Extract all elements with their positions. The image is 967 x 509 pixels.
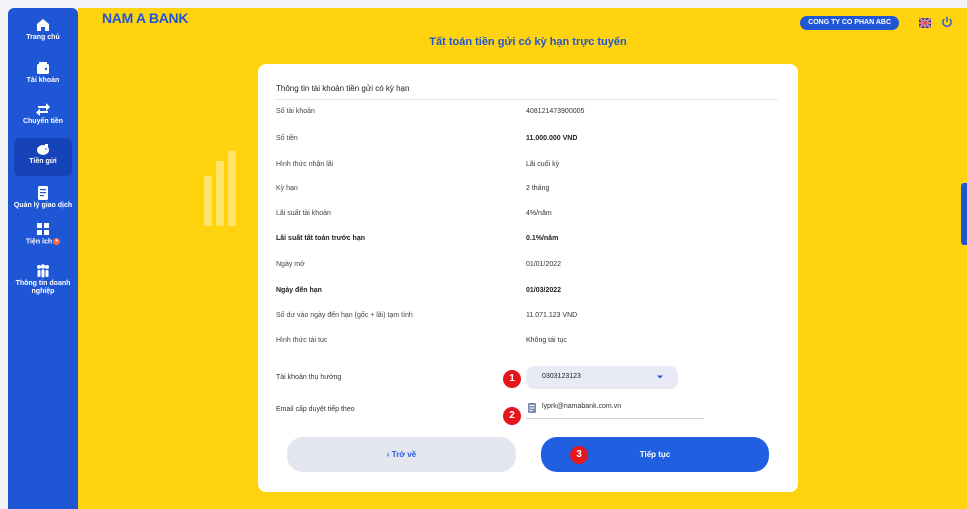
sidebar-item-label: Chuyển tiền bbox=[22, 118, 64, 125]
beneficiary-account-select[interactable]: 0303123123 bbox=[526, 366, 678, 389]
info-row: Kỳ hạn 2 tháng bbox=[276, 185, 776, 197]
company-selector[interactable]: CONG TY CO PHAN ABC bbox=[800, 16, 899, 30]
info-row: Số tài khoản 408121473900005 bbox=[276, 108, 776, 120]
row-value: Không tái tục bbox=[526, 337, 567, 344]
sidebar-item-label: Thông tin doanh nghiệp bbox=[15, 280, 71, 295]
row-value: 01/03/2022 bbox=[526, 287, 562, 294]
row-label: Số tiền bbox=[276, 135, 298, 142]
info-row: Số dư vào ngày đến hạn (gốc + lãi) tạm t… bbox=[276, 312, 776, 324]
email-value: lyprk@namabank.com.vn bbox=[542, 403, 622, 410]
row-label: Số tài khoản bbox=[276, 108, 315, 115]
row-value: 2 tháng bbox=[526, 185, 550, 192]
logout-icon[interactable] bbox=[941, 16, 953, 28]
sidebar-item-label: Tiện ích bbox=[25, 238, 53, 246]
info-row: Ngày đến hạn 01/03/2022 bbox=[276, 287, 776, 299]
divider bbox=[276, 99, 778, 100]
row-label: Hình thức tái tục bbox=[276, 337, 328, 344]
grid-icon bbox=[37, 223, 49, 235]
home-icon bbox=[37, 19, 49, 31]
step-marker-3: 3 bbox=[570, 446, 588, 464]
contact-card-icon bbox=[528, 403, 536, 413]
sidebar-item-label: Tài khoản bbox=[26, 77, 60, 84]
row-value: 4%/năm bbox=[526, 210, 552, 217]
email-label: Email cấp duyệt tiếp theo bbox=[276, 406, 355, 413]
sidebar-item-utilities[interactable]: Tiện ích + bbox=[8, 222, 78, 246]
deposit-info-card: Thông tin tài khoản tiền gửi có kỳ hạn S… bbox=[258, 64, 798, 492]
info-row: Lãi suất tài khoản 4%/năm bbox=[276, 210, 776, 222]
decorative-bars bbox=[204, 151, 236, 226]
info-row: Hình thức nhận lãi Lãi cuối kỳ bbox=[276, 161, 776, 173]
people-icon bbox=[37, 264, 49, 278]
english-flag-icon[interactable] bbox=[919, 18, 931, 28]
step-marker-1: 1 bbox=[503, 370, 521, 388]
row-value: 0.1%/năm bbox=[526, 235, 559, 242]
sidebar-item-label: Tiền gửi bbox=[29, 158, 57, 165]
row-value: 408121473900005 bbox=[526, 108, 585, 115]
sidebar-item-business-info[interactable]: Thông tin doanh nghiệp bbox=[8, 264, 78, 296]
row-label: Lãi suất tài khoản bbox=[276, 210, 331, 217]
transfer-icon bbox=[36, 103, 50, 116]
back-button[interactable]: ‹ Trở về bbox=[287, 437, 516, 472]
sidebar-item-transfer[interactable]: Chuyển tiền bbox=[8, 102, 78, 126]
row-label: Hình thức nhận lãi bbox=[276, 161, 334, 168]
info-row: Ngày mở 01/01/2022 bbox=[276, 261, 776, 273]
row-label: Ngày mở bbox=[276, 261, 305, 268]
sidebar: Trang chủ Tài khoản Chuyển tiền Tiền gửi… bbox=[8, 8, 78, 509]
row-label: Số dư vào ngày đến hạn (gốc + lãi) tạm t… bbox=[276, 312, 413, 319]
row-value: 11.071.123 VND bbox=[526, 312, 578, 319]
row-label: Ngày đến hạn bbox=[276, 287, 322, 294]
row-value: 01/01/2022 bbox=[526, 261, 562, 268]
sidebar-item-accounts[interactable]: Tài khoản bbox=[8, 61, 78, 85]
new-badge: + bbox=[53, 238, 61, 245]
sidebar-item-label: Trang chủ bbox=[26, 34, 60, 41]
row-value: 11.000.000 VND bbox=[526, 135, 578, 142]
app-frame: Trang chủ Tài khoản Chuyển tiền Tiền gửi… bbox=[0, 0, 967, 509]
info-row: Lãi suất tất toán trước hạn 0.1%/năm bbox=[276, 235, 776, 247]
wallet-icon bbox=[37, 62, 49, 74]
info-row: Số tiền 11.000.000 VND bbox=[276, 135, 776, 147]
sidebar-item-transactions[interactable]: Quản lý giao dịch bbox=[8, 186, 78, 210]
email-field[interactable]: lyprk@namabank.com.vn bbox=[526, 400, 704, 419]
step-marker-2: 2 bbox=[503, 407, 521, 425]
info-row: Hình thức tái tục Không tái tục bbox=[276, 337, 776, 349]
row-label: Lãi suất tất toán trước hạn bbox=[276, 235, 366, 242]
piggy-bank-icon bbox=[37, 144, 49, 155]
sidebar-item-deposits[interactable]: Tiền gửi bbox=[14, 138, 72, 176]
sidebar-item-home[interactable]: Trang chủ bbox=[8, 18, 78, 42]
row-value: Lãi cuối kỳ bbox=[526, 161, 560, 168]
page-title: Tất toán tiền gửi có kỳ hạn trực tuyến bbox=[429, 36, 627, 48]
continue-label: Tiếp tục bbox=[639, 450, 671, 459]
transaction-icon bbox=[38, 186, 48, 200]
sidebar-item-label: Quản lý giao dịch bbox=[13, 202, 73, 209]
bank-logo[interactable]: NAM A BANK bbox=[102, 10, 188, 26]
sidebar-item-label-wrap: Tiện ích + bbox=[8, 238, 78, 246]
card-title: Thông tin tài khoản tiền gửi có kỳ hạn bbox=[276, 84, 410, 93]
beneficiary-account-value: 0303123123 bbox=[542, 373, 581, 380]
chevron-down-icon bbox=[657, 375, 663, 379]
row-label: Kỳ hạn bbox=[276, 185, 298, 192]
beneficiary-label: Tài khoản thụ hưởng bbox=[276, 374, 342, 381]
side-drawer-handle[interactable] bbox=[961, 183, 967, 245]
